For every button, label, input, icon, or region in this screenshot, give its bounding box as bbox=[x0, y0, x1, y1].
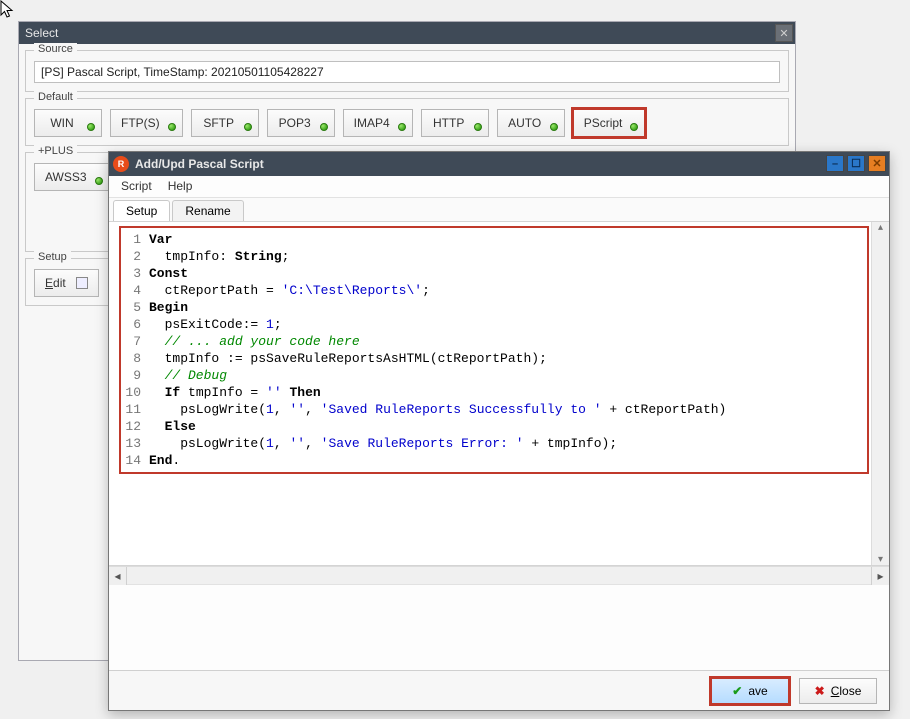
pscript-button[interactable]: PScript bbox=[573, 109, 646, 137]
scroll-left-icon[interactable]: ◂ bbox=[109, 567, 127, 585]
auto-button[interactable]: AUTO bbox=[497, 109, 565, 137]
status-dot-icon bbox=[95, 177, 103, 185]
status-dot-icon bbox=[87, 123, 95, 131]
code-line[interactable]: 4 ctReportPath = 'C:\Test\Reports\'; bbox=[123, 282, 861, 299]
status-dot-icon bbox=[168, 123, 176, 131]
default-legend: Default bbox=[34, 91, 77, 103]
maximize-icon[interactable]: ☐ bbox=[847, 155, 865, 172]
code-line[interactable]: 13 psLogWrite(1, '', 'Save RuleReports E… bbox=[123, 435, 861, 452]
code-line[interactable]: 6 psExitCode:= 1; bbox=[123, 316, 861, 333]
source-group: Source bbox=[25, 50, 789, 92]
default-group: Default WINFTP(S)SFTPPOP3IMAP4HTTPAUTOPS… bbox=[25, 98, 789, 146]
app-icon: R bbox=[113, 156, 129, 172]
select-titlebar[interactable]: Select ✕ bbox=[19, 22, 795, 44]
code-line[interactable]: 8 tmpInfo := psSaveRuleReportsAsHTML(ctR… bbox=[123, 350, 861, 367]
code-line[interactable]: 14End. bbox=[123, 452, 861, 469]
pop3-button[interactable]: POP3 bbox=[267, 109, 335, 137]
win-button[interactable]: WIN bbox=[34, 109, 102, 137]
status-dot-icon bbox=[320, 123, 328, 131]
code-line[interactable]: 5Begin bbox=[123, 299, 861, 316]
scroll-up-icon[interactable]: ▴ bbox=[878, 222, 883, 233]
x-icon: ✖ bbox=[815, 684, 825, 698]
code-line[interactable]: 2 tmpInfo: String; bbox=[123, 248, 861, 265]
edit-button[interactable]: Edit bbox=[34, 269, 99, 297]
code-editor[interactable]: 1Var2 tmpInfo: String;3Const4 ctReportPa… bbox=[119, 226, 869, 474]
code-line[interactable]: 11 psLogWrite(1, '', 'Saved RuleReports … bbox=[123, 401, 861, 418]
footer-bar: ✔ ave ✖ Close bbox=[109, 670, 889, 710]
code-line[interactable]: 7 // ... add your code here bbox=[123, 333, 861, 350]
awss3-button[interactable]: AWSS3 bbox=[34, 163, 110, 191]
tab-setup[interactable]: Setup bbox=[113, 200, 170, 221]
status-dot-icon bbox=[550, 123, 558, 131]
status-dot-icon bbox=[474, 123, 482, 131]
menubar: Script Help bbox=[109, 176, 889, 198]
code-line[interactable]: 9 // Debug bbox=[123, 367, 861, 384]
setup-group: Setup Edit bbox=[25, 258, 115, 306]
horizontal-scrollbar[interactable]: ◂ ▸ bbox=[109, 566, 889, 584]
minimize-icon[interactable]: – bbox=[826, 155, 844, 172]
cursor-icon bbox=[0, 0, 16, 20]
status-dot-icon bbox=[630, 123, 638, 131]
ftps-button[interactable]: FTP(S) bbox=[110, 109, 183, 137]
code-line[interactable]: 10 If tmpInfo = '' Then bbox=[123, 384, 861, 401]
code-line[interactable]: 3Const bbox=[123, 265, 861, 282]
menu-script[interactable]: Script bbox=[113, 176, 160, 197]
status-dot-icon bbox=[244, 123, 252, 131]
close-icon[interactable]: ✕ bbox=[868, 155, 886, 172]
scroll-down-icon[interactable]: ▾ bbox=[878, 554, 883, 565]
code-region: 1Var2 tmpInfo: String;3Const4 ctReportPa… bbox=[109, 222, 889, 566]
save-button[interactable]: ✔ ave bbox=[711, 678, 789, 704]
scroll-right-icon[interactable]: ▸ bbox=[871, 567, 889, 585]
check-icon: ✔ bbox=[732, 684, 742, 698]
sftp-button[interactable]: SFTP bbox=[191, 109, 259, 137]
status-dot-icon bbox=[398, 123, 406, 131]
tab-rename[interactable]: Rename bbox=[172, 200, 243, 221]
select-title: Select bbox=[25, 26, 58, 40]
imap4-button[interactable]: IMAP4 bbox=[343, 109, 413, 137]
code-line[interactable]: 12 Else bbox=[123, 418, 861, 435]
script-titlebar[interactable]: R Add/Upd Pascal Script – ☐ ✕ bbox=[109, 152, 889, 176]
code-line[interactable]: 1Var bbox=[123, 231, 861, 248]
menu-help[interactable]: Help bbox=[160, 176, 201, 197]
source-legend: Source bbox=[34, 43, 77, 55]
output-pane bbox=[109, 584, 889, 670]
setup-legend: Setup bbox=[34, 251, 71, 263]
tabbar: Setup Rename bbox=[109, 198, 889, 222]
http-button[interactable]: HTTP bbox=[421, 109, 489, 137]
editor-area: 1Var2 tmpInfo: String;3Const4 ctReportPa… bbox=[109, 222, 889, 670]
source-input[interactable] bbox=[34, 61, 780, 83]
close-icon[interactable]: ✕ bbox=[775, 24, 793, 42]
script-title: Add/Upd Pascal Script bbox=[135, 157, 264, 171]
plus-legend: +PLUS bbox=[34, 145, 77, 157]
vertical-scrollbar[interactable]: ▴ ▾ bbox=[871, 222, 889, 565]
script-window: R Add/Upd Pascal Script – ☐ ✕ Script Hel… bbox=[108, 151, 890, 711]
close-button[interactable]: ✖ Close bbox=[799, 678, 877, 704]
